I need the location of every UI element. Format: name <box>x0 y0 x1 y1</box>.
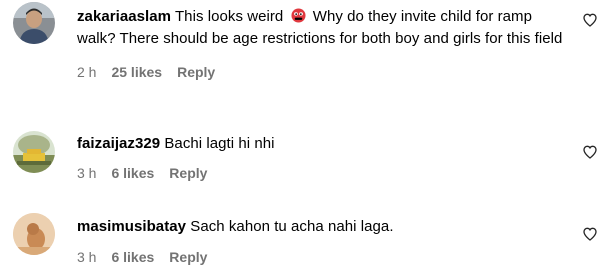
heart-outline-icon[interactable] <box>582 12 598 28</box>
heart-outline-icon[interactable] <box>582 226 598 242</box>
comment-time[interactable]: 3 h <box>77 249 96 265</box>
avatar[interactable] <box>13 213 55 255</box>
face-with-symbols-emoji-icon <box>291 8 306 23</box>
comment-username[interactable]: faizaijaz329 <box>77 135 160 152</box>
comment-time[interactable]: 2 h <box>77 64 96 80</box>
comment-username[interactable]: zakariaaslam <box>77 8 171 25</box>
comment-meta: 2 h 25 likes Reply <box>77 63 568 81</box>
comment-body: Sach kahon tu acha nahi laga. <box>190 218 394 235</box>
comment-text: zakariaaslam This looks weird Why do the… <box>77 6 568 50</box>
comment-text: faizaijaz329 Bachi lagti hi nhi <box>77 133 568 155</box>
comment-likes[interactable]: 25 likes <box>111 64 162 80</box>
reply-button[interactable]: Reply <box>169 249 207 265</box>
avatar[interactable] <box>13 2 55 44</box>
comment-meta: 3 h 6 likes Reply <box>77 164 568 182</box>
comment-likes[interactable]: 6 likes <box>111 165 154 181</box>
comment-text: masimusibatay Sach kahon tu acha nahi la… <box>77 216 568 238</box>
reply-button[interactable]: Reply <box>177 64 215 80</box>
reply-button[interactable]: Reply <box>169 165 207 181</box>
comment-time[interactable]: 3 h <box>77 165 96 181</box>
comment-text-start: This looks weird <box>174 8 284 25</box>
comment-meta: 3 h 6 likes Reply <box>77 248 568 266</box>
comment-likes[interactable]: 6 likes <box>111 249 154 265</box>
comment-username[interactable]: masimusibatay <box>77 218 186 235</box>
heart-outline-icon[interactable] <box>582 144 598 160</box>
avatar[interactable] <box>13 131 55 173</box>
comment-body: Bachi lagti hi nhi <box>164 135 275 152</box>
